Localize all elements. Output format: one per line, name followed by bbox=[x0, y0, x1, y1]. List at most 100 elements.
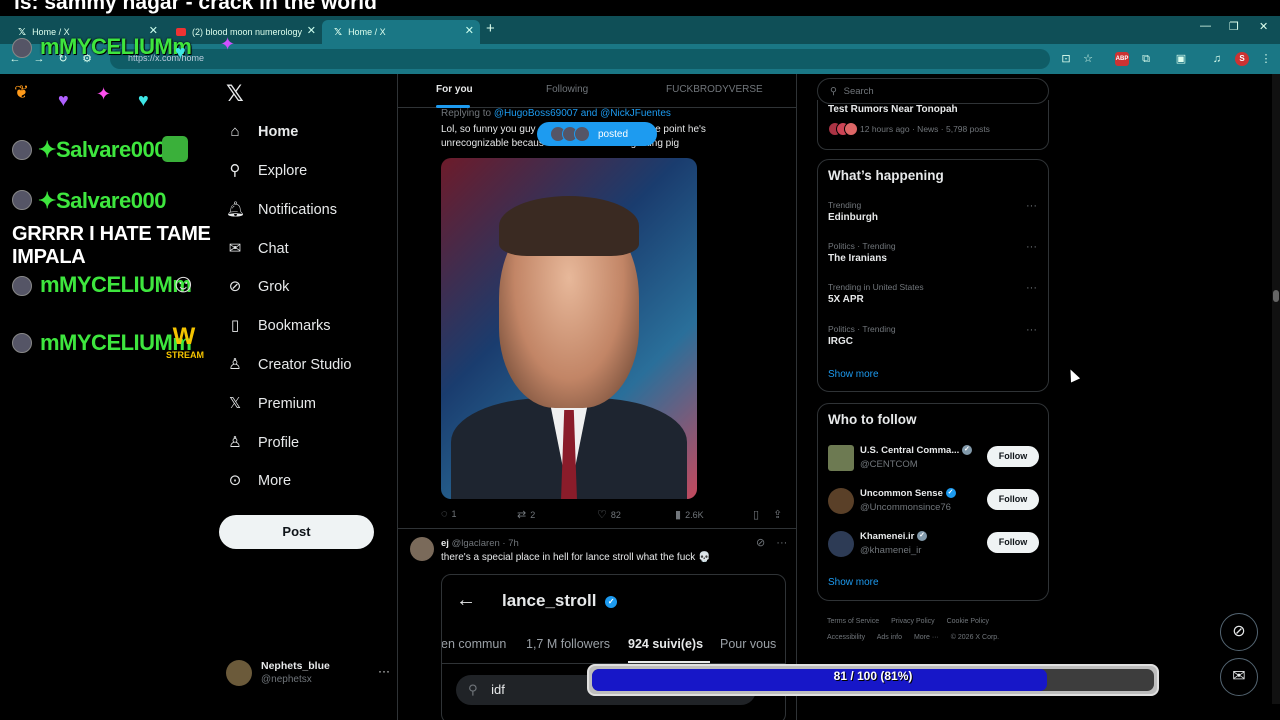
trend-meta: 12 hours ago · News · 5,798 posts bbox=[860, 124, 990, 134]
more-horizontal-icon[interactable]: ··· bbox=[1026, 200, 1037, 212]
suggestion-handle: @khamenei_ir bbox=[860, 545, 922, 556]
footer-link[interactable]: Cookie Policy bbox=[947, 618, 989, 625]
follow-suggestion[interactable]: Khamenei.ir ✓ @khamenei_ir Follow bbox=[828, 527, 1040, 561]
bookmark-icon: ▯ bbox=[230, 317, 240, 334]
nav-bookmarks[interactable]: ▯ Bookmarks bbox=[226, 310, 331, 342]
more-horizontal-icon[interactable]: ··· bbox=[1026, 282, 1037, 294]
media-control-icon[interactable]: ♫ bbox=[1210, 52, 1224, 66]
trend-item[interactable]: Trending Edinburgh ··· bbox=[828, 200, 1038, 234]
follow-suggestion[interactable]: Uncommon Sense ✓ @Uncommonsince76 Follow bbox=[828, 484, 1040, 518]
show-more-link[interactable]: Show more bbox=[828, 369, 879, 380]
nav-label: Creator Studio bbox=[258, 357, 352, 373]
post-button[interactable]: Post bbox=[219, 515, 374, 549]
trend-item[interactable]: Politics · Trending IRGC ··· bbox=[828, 324, 1038, 358]
tweet-text-start: Lol, so funny you guy bbox=[441, 124, 536, 135]
address-bar[interactable]: https://x.com/home bbox=[110, 49, 1050, 69]
bookmark-button[interactable]: ▯ bbox=[753, 508, 763, 521]
sidebar-icon[interactable]: ▣ bbox=[1174, 52, 1188, 66]
nav-creator-studio[interactable]: ♙ Creator Studio bbox=[226, 349, 352, 381]
views-button[interactable]: ▮ 2.6K bbox=[675, 508, 704, 521]
footer-link[interactable]: Privacy Policy bbox=[891, 618, 935, 625]
suggestion-name-text: U.S. Central Comma... bbox=[860, 445, 960, 456]
nav-notifications[interactable]: 🔔︎ Notifications bbox=[226, 194, 337, 226]
install-app-icon[interactable]: ⊡ bbox=[1059, 52, 1073, 66]
feed-tabs: For you Following FUCKBRODYVERSE bbox=[398, 74, 796, 108]
browser-menu-icon[interactable]: ⋮ bbox=[1259, 52, 1273, 66]
reply-mentions[interactable]: @HugoBoss69007 and @NickJFuentes bbox=[494, 108, 671, 119]
tab-fuckbrodyverse[interactable]: FUCKBRODYVERSE bbox=[666, 84, 763, 95]
browser-tab-3-active[interactable]: 𝕏 Home / X ✕ bbox=[322, 20, 480, 44]
scrollbar-thumb[interactable] bbox=[1273, 290, 1279, 302]
share-button[interactable]: ⇪ bbox=[773, 508, 786, 521]
tweet-time[interactable]: 7h bbox=[508, 538, 519, 549]
follow-button[interactable]: Follow bbox=[987, 446, 1039, 467]
minimize-icon[interactable]: — bbox=[1200, 20, 1211, 32]
suggestion-name: U.S. Central Comma... ✓ bbox=[860, 445, 972, 456]
bookmark-star-icon[interactable]: ☆ bbox=[1081, 52, 1095, 66]
main-timeline: For you Following FUCKBRODYVERSE Replyin… bbox=[397, 74, 797, 720]
x-logo-icon[interactable]: 𝕏 bbox=[226, 82, 244, 107]
mail-icon: ✉ bbox=[228, 240, 242, 257]
grok-floating-icon[interactable]: ⊘ bbox=[1220, 613, 1258, 651]
trend-name: 5X APR bbox=[828, 294, 864, 305]
stream-progress-bar: 81 / 100 (81%) bbox=[587, 664, 1159, 696]
show-more-link[interactable]: Show more bbox=[828, 577, 879, 588]
stream-chat-overlay: mMYCELIUMm ♥ ✦ ❦ ♥ ✦ ♥ ✦Salvare000 ✦Salv… bbox=[0, 30, 240, 370]
avatar[interactable] bbox=[410, 537, 434, 561]
footer-link[interactable]: Accessibility bbox=[827, 634, 865, 641]
stream-song-text: is: sammy hagar - crack in the world bbox=[14, 0, 377, 14]
account-name: Nephets_blue bbox=[261, 660, 330, 672]
nav-label: Profile bbox=[258, 435, 300, 451]
more-horizontal-icon[interactable]: ··· bbox=[1026, 241, 1037, 253]
top-trend-card[interactable]: Test Rumors Near Tonopah 12 hours ago · … bbox=[817, 100, 1049, 150]
nav-explore[interactable]: ⚲ Explore bbox=[226, 155, 308, 187]
close-icon[interactable]: ✕ bbox=[307, 24, 316, 37]
maximize-icon[interactable]: ❐ bbox=[1229, 20, 1239, 33]
extensions-icon[interactable]: ⧉ bbox=[1139, 52, 1153, 66]
nav-grok[interactable]: ⊘ Grok bbox=[226, 271, 290, 303]
follow-suggestion[interactable]: U.S. Central Comma... ✓ @CENTCOM Follow bbox=[828, 441, 1040, 475]
back-arrow-icon: ← bbox=[456, 589, 476, 611]
grok-icon[interactable]: ⊘ bbox=[756, 537, 765, 549]
search-input[interactable]: ⚲ Search bbox=[817, 78, 1049, 104]
follow-button[interactable]: Follow bbox=[987, 489, 1039, 510]
new-posts-pill[interactable]: ↑ posted bbox=[537, 122, 657, 146]
nav-premium[interactable]: 𝕏 Premium bbox=[226, 388, 316, 420]
search-icon: ⚲ bbox=[830, 86, 837, 97]
tweet-image[interactable] bbox=[441, 158, 697, 499]
suggestion-name-text: Uncommon Sense bbox=[860, 488, 943, 499]
repost-button[interactable]: ⇄ 2 bbox=[517, 508, 535, 521]
reply-count: 1 bbox=[451, 509, 457, 519]
nav-profile[interactable]: ♙ Profile bbox=[226, 427, 299, 459]
tab-for-you[interactable]: For you bbox=[436, 84, 473, 95]
account-switcher[interactable]: Nephets_blue @nephetsx ··· bbox=[226, 658, 390, 692]
footer-link[interactable]: Terms of Service bbox=[827, 618, 879, 625]
messages-floating-icon[interactable]: ✉ bbox=[1220, 658, 1258, 696]
footer-link[interactable]: More ··· bbox=[914, 634, 939, 641]
close-icon[interactable]: ✕ bbox=[465, 24, 474, 37]
more-horizontal-icon[interactable]: ··· bbox=[1026, 324, 1037, 336]
tweet-media-screenshot[interactable]: ← lance_stroll ✓ en commun 1,7 M followe… bbox=[441, 574, 786, 720]
new-tab-button[interactable]: + bbox=[486, 20, 495, 37]
suggestion-name: Uncommon Sense ✓ bbox=[860, 488, 956, 499]
follow-button[interactable]: Follow bbox=[987, 532, 1039, 553]
close-window-icon[interactable]: ✕ bbox=[1259, 20, 1268, 33]
author-name[interactable]: ej bbox=[441, 538, 449, 549]
reply-button[interactable]: ◌ 1 bbox=[441, 508, 457, 520]
grok-icon: ⊘ bbox=[228, 278, 242, 295]
nav-more[interactable]: ⊙ More bbox=[226, 465, 291, 497]
nav-home[interactable]: ⌂ Home bbox=[226, 116, 298, 148]
more-horizontal-icon[interactable]: ··· bbox=[776, 537, 787, 549]
nav-chat[interactable]: ✉ Chat bbox=[226, 233, 289, 265]
author-handle[interactable]: @lgaclaren bbox=[452, 538, 500, 549]
like-button[interactable]: ♡ 82 bbox=[597, 508, 621, 521]
trend-item[interactable]: Trending in United States 5X APR ··· bbox=[828, 282, 1038, 316]
footer-link[interactable]: Ads info bbox=[877, 634, 902, 641]
repost-count: 2 bbox=[530, 509, 536, 520]
scrollbar[interactable] bbox=[1272, 74, 1280, 704]
adblock-extension-icon[interactable]: ABP bbox=[1115, 52, 1129, 66]
more-horizontal-icon[interactable]: ··· bbox=[378, 664, 390, 678]
trend-item[interactable]: Politics · Trending The Iranians ··· bbox=[828, 241, 1038, 275]
profile-avatar-icon[interactable]: S bbox=[1235, 52, 1249, 66]
tab-following[interactable]: Following bbox=[546, 84, 588, 95]
